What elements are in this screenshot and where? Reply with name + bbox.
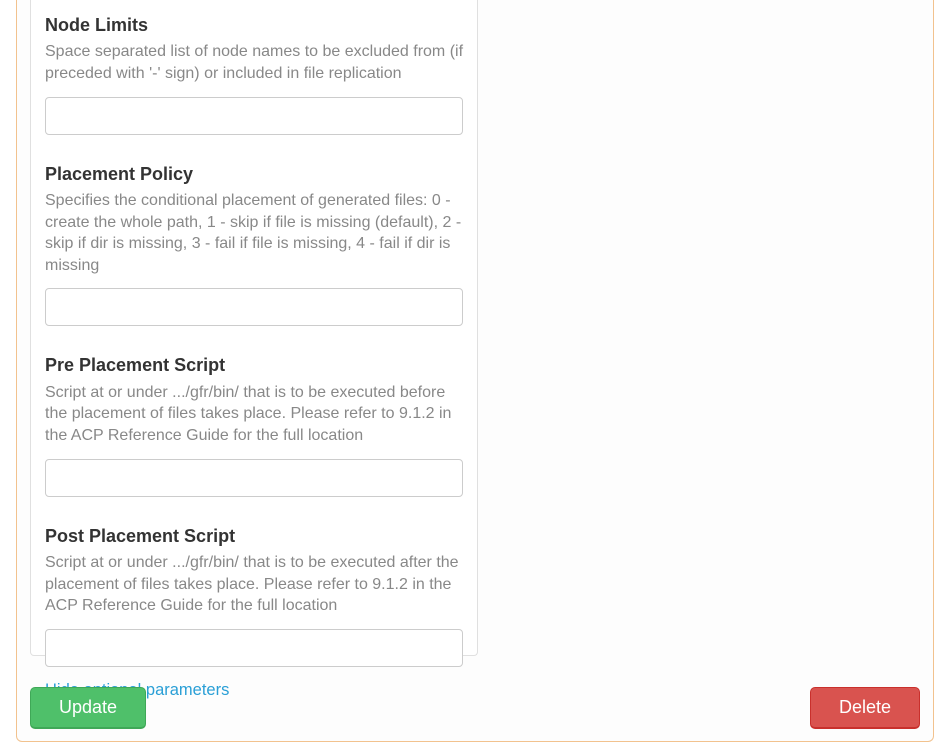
form-card: Node Limits Space separated list of node… [30, 0, 478, 656]
field-description: Space separated list of node names to be… [45, 41, 463, 84]
pre-placement-script-input[interactable] [45, 459, 463, 497]
field-label: Post Placement Script [45, 525, 463, 548]
form-group-post-placement-script: Post Placement Script Script at or under… [45, 525, 463, 667]
post-placement-script-input[interactable] [45, 629, 463, 667]
field-description: Script at or under .../gfr/bin/ that is … [45, 382, 463, 447]
field-label: Pre Placement Script [45, 354, 463, 377]
placement-policy-input[interactable] [45, 288, 463, 326]
form-group-pre-placement-script: Pre Placement Script Script at or under … [45, 354, 463, 496]
node-limits-input[interactable] [45, 97, 463, 135]
button-row: Update Delete [30, 687, 920, 729]
form-group-placement-policy: Placement Policy Specifies the condition… [45, 163, 463, 327]
update-button[interactable]: Update [30, 687, 146, 729]
delete-button[interactable]: Delete [810, 687, 920, 729]
field-description: Script at or under .../gfr/bin/ that is … [45, 552, 463, 617]
field-label: Node Limits [45, 14, 463, 37]
field-description: Specifies the conditional placement of g… [45, 190, 463, 276]
main-panel: Node Limits Space separated list of node… [16, 0, 934, 742]
form-group-node-limits: Node Limits Space separated list of node… [45, 14, 463, 135]
field-label: Placement Policy [45, 163, 463, 186]
